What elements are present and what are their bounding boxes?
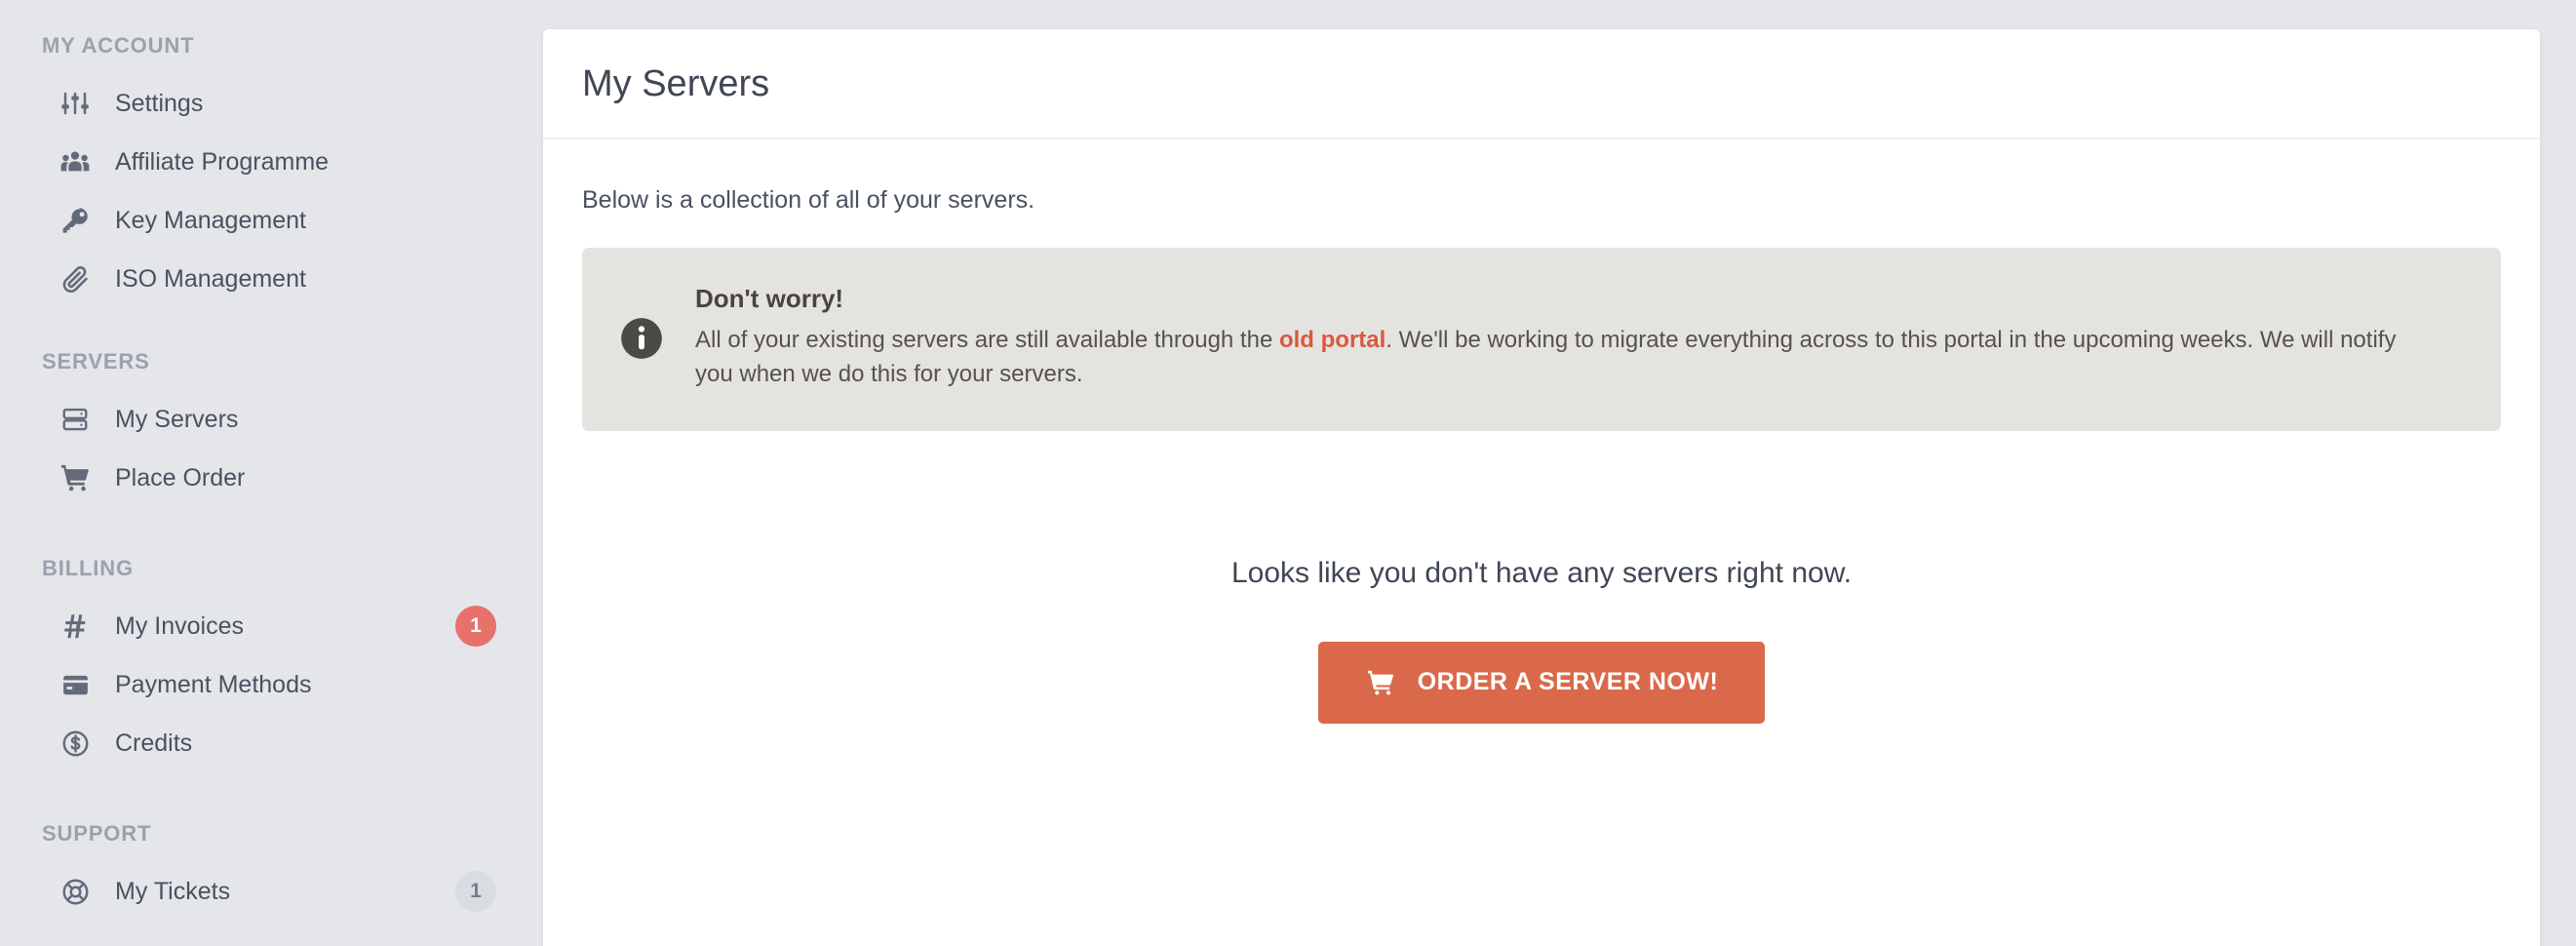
sidebar-section-title-my-account: MY ACCOUNT: [42, 33, 195, 58]
sidebar-item-label: Credits: [115, 729, 193, 757]
order-a-server-button[interactable]: ORDER A SERVER NOW!: [1317, 641, 1766, 724]
intro-text: Below is a collection of all of your ser…: [582, 186, 1035, 214]
sidebar-item-label: My Tickets: [115, 877, 231, 905]
key-icon: [59, 204, 92, 237]
hash-icon: [59, 610, 92, 643]
people-group-icon: [59, 145, 92, 178]
alert-content: Don't worry! All of your existing server…: [695, 283, 2458, 392]
alert-text-before-link: All of your existing servers are still a…: [695, 327, 1279, 354]
sidebar-item-my-servers[interactable]: My Servers: [0, 390, 543, 449]
info-alert: Don't worry! All of your existing server…: [582, 247, 2501, 431]
sidebar-item-label: Payment Methods: [115, 670, 312, 698]
sidebar-item-label: My Servers: [115, 405, 239, 433]
old-portal-link[interactable]: old portal: [1279, 327, 1386, 353]
sidebar-item-iso-management[interactable]: ISO Management: [0, 250, 543, 308]
sidebar-section-support: SUPPORT My Tickets 1: [0, 823, 543, 921]
dollar-coin-icon: [59, 727, 92, 760]
life-ring-icon: [59, 875, 92, 908]
sidebar-section-title-billing: BILLING: [42, 556, 134, 580]
order-button-label: ORDER A SERVER NOW!: [1417, 668, 1719, 696]
main-content: My Servers Below is a collection of all …: [543, 0, 2576, 946]
server-rack-icon: [59, 403, 92, 436]
sidebar-item-settings[interactable]: Settings: [0, 74, 543, 133]
shopping-cart-icon: [1365, 667, 1396, 698]
sidebar-item-label: Key Management: [115, 206, 306, 234]
alert-text: All of your existing servers are still a…: [695, 324, 2411, 392]
sidebar-item-affiliate-programme[interactable]: Affiliate Programme: [0, 133, 543, 191]
app-root: MY ACCOUNT Settings Affiliate Programme …: [0, 0, 2576, 946]
sidebar-section-title-servers: SERVERS: [42, 349, 150, 374]
sliders-icon: [59, 87, 92, 120]
paperclip-icon: [59, 262, 92, 296]
card-header: My Servers: [543, 29, 2540, 139]
sidebar-item-my-invoices[interactable]: My Invoices 1: [0, 597, 543, 655]
info-circle-icon: [617, 314, 666, 363]
sidebar-item-place-order[interactable]: Place Order: [0, 449, 543, 507]
shopping-cart-icon: [59, 461, 92, 494]
sidebar-item-payment-methods[interactable]: Payment Methods: [0, 655, 543, 714]
sidebar-item-label: ISO Management: [115, 264, 306, 293]
empty-state-message: Looks like you don't have any servers ri…: [1230, 556, 1853, 589]
sidebar-item-label: Settings: [115, 89, 204, 117]
my-servers-card: My Servers Below is a collection of all …: [543, 29, 2540, 946]
card-body: Below is a collection of all of your ser…: [543, 139, 2540, 782]
sidebar-item-credits[interactable]: Credits: [0, 714, 543, 772]
sidebar-item-my-tickets[interactable]: My Tickets 1: [0, 862, 543, 921]
sidebar-section-my-account: MY ACCOUNT Settings Affiliate Programme …: [0, 35, 543, 308]
sidebar-item-key-management[interactable]: Key Management: [0, 191, 543, 250]
page-title: My Servers: [582, 62, 770, 104]
sidebar-section-title-support: SUPPORT: [42, 821, 152, 846]
sidebar: MY ACCOUNT Settings Affiliate Programme …: [0, 0, 543, 946]
sidebar-item-label: My Invoices: [115, 611, 244, 640]
credit-card-icon: [59, 668, 92, 701]
sidebar-section-billing: BILLING My Invoices 1 Payment Methods Cr…: [0, 558, 543, 772]
sidebar-section-servers: SERVERS My Servers Place Order: [0, 351, 543, 507]
sidebar-item-label: Place Order: [115, 463, 246, 492]
status-badge: 1: [455, 606, 496, 647]
sidebar-item-label: Affiliate Programme: [115, 147, 330, 176]
alert-title: Don't worry!: [695, 283, 844, 313]
status-badge: 1: [455, 871, 496, 912]
empty-state: Looks like you don't have any servers ri…: [582, 451, 2501, 724]
